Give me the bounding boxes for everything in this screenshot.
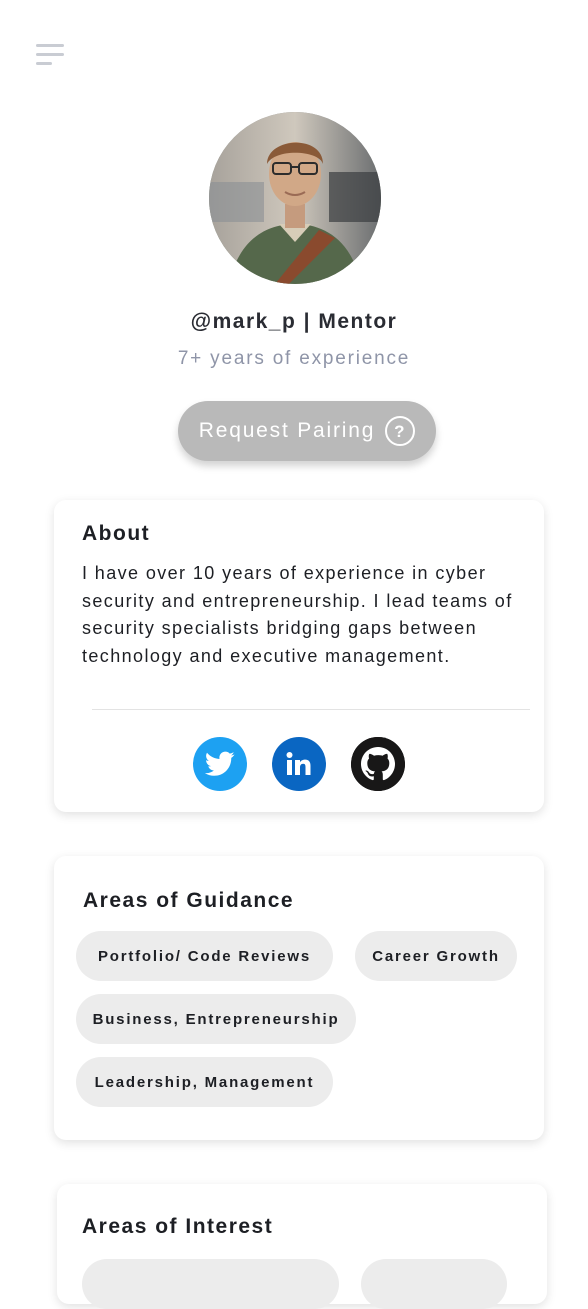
about-title: About <box>82 522 151 545</box>
guidance-tags: Portfolio/ Code Reviews Career Growth Bu… <box>76 931 522 1107</box>
request-pairing-button[interactable]: Request Pairing ? <box>178 401 436 461</box>
request-pairing-label: Request Pairing <box>198 419 376 442</box>
menu-button[interactable] <box>36 44 68 70</box>
about-text: I have over 10 years of experience in cy… <box>82 563 513 666</box>
avatar-photo <box>209 112 381 284</box>
experience-text: 7+ years of experience <box>177 348 411 369</box>
twitter-icon[interactable] <box>193 737 247 791</box>
guidance-tag[interactable]: Career Growth <box>355 931 517 981</box>
interest-tag[interactable] <box>82 1259 339 1309</box>
guidance-card: Areas of Guidance Portfolio/ Code Review… <box>54 856 544 1140</box>
avatar <box>209 112 381 284</box>
hamburger-menu-icon-line <box>36 53 64 56</box>
about-card: About I have over 10 years of experience… <box>54 500 544 812</box>
interest-tags <box>82 1259 522 1309</box>
divider <box>92 709 530 710</box>
interest-tag[interactable] <box>361 1259 507 1309</box>
help-icon[interactable]: ? <box>385 416 416 446</box>
github-icon[interactable] <box>351 737 405 791</box>
twitter-bird-glyph <box>205 751 235 776</box>
guidance-title: Areas of Guidance <box>83 889 295 912</box>
guidance-tag[interactable]: Business, Entrepreneurship <box>76 994 356 1044</box>
guidance-tag[interactable]: Leadership, Management <box>76 1057 333 1107</box>
interest-card: Areas of Interest <box>57 1184 547 1309</box>
profile-handle: @mark_p | Mentor <box>190 310 398 333</box>
github-octocat-glyph <box>351 737 405 791</box>
guidance-tag[interactable]: Portfolio/ Code Reviews <box>76 931 333 981</box>
interest-title: Areas of Interest <box>82 1215 274 1238</box>
linkedin-icon[interactable] <box>272 737 326 791</box>
linkedin-in-glyph <box>286 752 311 775</box>
hamburger-menu-icon-line <box>36 62 52 65</box>
hamburger-menu-icon-line <box>36 44 64 47</box>
social-links <box>54 737 544 791</box>
